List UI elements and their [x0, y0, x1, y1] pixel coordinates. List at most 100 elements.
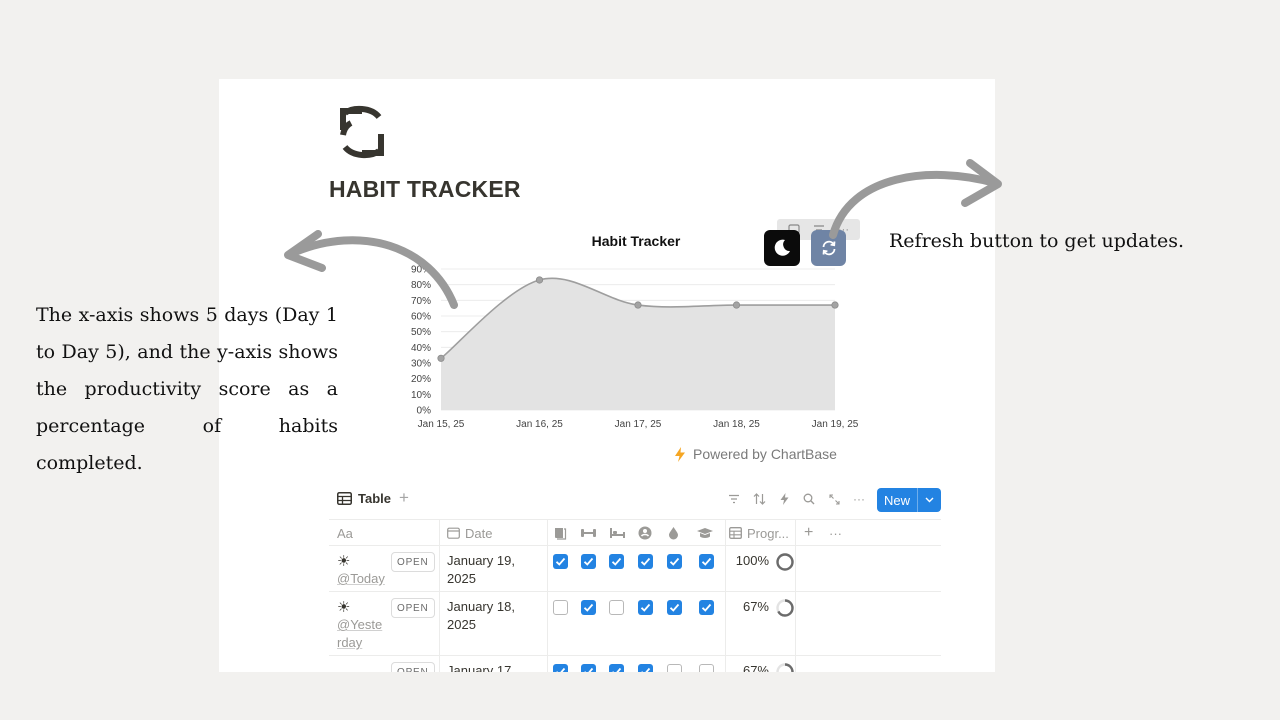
x-tick-label: Jan 17, 25 — [615, 419, 662, 430]
column-date-label: Date — [465, 525, 493, 541]
chart-title: Habit Tracker — [591, 233, 681, 249]
powered-by-text: Powered by ChartBase — [693, 446, 837, 462]
table-row[interactable]: ☀ @Yesterday OPEN January 18, 2025 67% — [329, 592, 941, 656]
habit-checkbox[interactable] — [699, 600, 714, 615]
open-button[interactable]: OPEN — [391, 662, 435, 672]
habit-checkbox[interactable] — [609, 554, 624, 569]
new-button-label: New — [883, 492, 910, 508]
y-tick-label: 80% — [411, 280, 431, 291]
automation-icon[interactable] — [777, 492, 791, 506]
y-tick-label: 70% — [411, 296, 431, 307]
column-date-header[interactable]: Date — [447, 520, 492, 546]
chevron-down-icon[interactable] — [917, 488, 941, 512]
x-tick-label: Jan 19, 25 — [812, 419, 859, 430]
habit-checkbox[interactable] — [699, 554, 714, 569]
y-tick-label: 20% — [411, 374, 431, 385]
table-header: Aa Date Progr... + ··· — [329, 519, 941, 546]
data-point — [437, 354, 445, 362]
x-tick-label: Jan 16, 25 — [516, 419, 563, 430]
habit-table: Aa Date Progr... + ··· ☀ @Today OPEN Jan… — [329, 519, 941, 672]
refresh-arrows-icon[interactable] — [335, 105, 391, 159]
progress-ring — [776, 599, 794, 617]
series-area — [441, 278, 835, 410]
y-tick-label: 10% — [411, 390, 431, 401]
habit-checkbox[interactable] — [553, 554, 568, 569]
name-cell[interactable]: ☀ @Today OPEN — [329, 546, 439, 594]
habit-checkbox[interactable] — [553, 664, 568, 672]
progress-value: 67% — [742, 599, 769, 614]
sort-icon[interactable] — [752, 492, 766, 506]
table-icon — [337, 492, 352, 505]
habit-checkbox[interactable] — [667, 554, 682, 569]
refresh-icon — [822, 240, 835, 256]
name-cell[interactable]: ☀ @Yesterday OPEN — [329, 592, 439, 658]
column-progress-label: Progr... — [747, 525, 789, 541]
column-name-header[interactable]: Aa — [337, 520, 353, 546]
water-drop-icon[interactable] — [668, 520, 679, 546]
y-tick-label: 50% — [411, 327, 431, 338]
table-row[interactable]: ☀ @Today OPEN January 19, 2025 100% — [329, 546, 941, 592]
habit-checkbox[interactable] — [609, 664, 624, 672]
y-tick-label: 30% — [411, 359, 431, 370]
more-icon[interactable]: ··· — [852, 492, 866, 506]
open-button[interactable]: OPEN — [391, 552, 435, 572]
habit-checkbox[interactable] — [581, 600, 596, 615]
table-row[interactable]: OPEN January 17, 67% — [329, 656, 941, 672]
data-point — [535, 276, 544, 284]
y-tick-label: 90% — [411, 265, 431, 276]
book-icon[interactable] — [553, 520, 567, 546]
calendar-icon — [447, 527, 460, 539]
bed-icon[interactable] — [609, 520, 626, 546]
x-tick-label: Jan 18, 25 — [713, 419, 760, 430]
meditation-icon[interactable] — [638, 520, 652, 546]
database-toolbar: Table + ··· New — [329, 487, 941, 513]
y-tick-label: 60% — [411, 312, 431, 323]
progress-value: 100% — [735, 553, 769, 568]
x-tick-label: Jan 15, 25 — [418, 419, 465, 430]
progress-cell: 100% — [727, 546, 795, 572]
search-icon[interactable] — [802, 492, 816, 506]
habit-checkbox[interactable] — [699, 664, 714, 672]
date-mention-link[interactable]: @Yesterday — [337, 616, 385, 652]
habit-checkbox[interactable] — [638, 554, 653, 569]
progress-cell: 67% — [727, 592, 795, 618]
habit-checkbox[interactable] — [638, 600, 653, 615]
moon-icon — [774, 239, 790, 256]
progress-ring — [776, 663, 794, 672]
habit-checkbox[interactable] — [553, 600, 568, 615]
date-cell[interactable]: January 17, — [439, 656, 547, 672]
date-mention-link[interactable]: @Today — [337, 570, 385, 588]
add-column-button[interactable]: + — [804, 520, 813, 546]
data-point — [634, 301, 642, 309]
data-point — [831, 301, 839, 309]
data-point — [732, 301, 741, 309]
habit-checkbox[interactable] — [581, 664, 596, 672]
annotation-right: Refresh button to get updates. — [889, 230, 1185, 252]
new-button[interactable]: New — [877, 488, 941, 512]
column-options-button[interactable]: ··· — [829, 520, 842, 546]
habit-checkbox[interactable] — [638, 664, 653, 672]
habit-checkbox[interactable] — [667, 600, 682, 615]
open-button[interactable]: OPEN — [391, 598, 435, 618]
name-cell[interactable]: OPEN — [329, 656, 439, 672]
expand-icon[interactable] — [827, 492, 841, 506]
filter-icon[interactable] — [727, 492, 741, 506]
habit-checkbox[interactable] — [581, 554, 596, 569]
habit-checkbox[interactable] — [667, 664, 682, 672]
add-view-button[interactable]: + — [399, 488, 409, 508]
tab-table-view[interactable]: Table — [337, 491, 391, 506]
powered-by-link[interactable]: Powered by ChartBase — [674, 446, 837, 462]
tab-table-label: Table — [358, 491, 391, 506]
page-title: HABIT TRACKER — [329, 176, 521, 202]
habit-checkbox[interactable] — [609, 600, 624, 615]
dumbbell-icon[interactable] — [580, 520, 597, 546]
date-cell[interactable]: January 19, 2025 — [439, 546, 547, 594]
lightning-icon — [675, 446, 685, 462]
date-cell[interactable]: January 18, 2025 — [439, 592, 547, 640]
database-tools: ··· — [727, 492, 866, 506]
annotation-left: The x-axis shows 5 days (Day 1 to Day 5)… — [36, 304, 338, 474]
table-icon — [729, 527, 742, 539]
progress-ring — [776, 553, 794, 571]
graduation-cap-icon[interactable] — [696, 520, 714, 546]
column-progress-header[interactable]: Progr... — [729, 520, 789, 546]
